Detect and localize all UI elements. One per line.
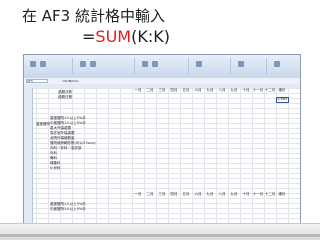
month-header: 一月 <box>134 88 142 92</box>
cut-icon[interactable] <box>40 61 46 67</box>
month-header: 七月 <box>206 88 214 92</box>
row-label: 中度醫院1人以上5%手 <box>50 207 86 211</box>
month-header: 十月 <box>242 192 250 196</box>
month-header: 十二月 <box>264 192 276 196</box>
month-header: 九月 <box>230 192 238 196</box>
paste-icon[interactable] <box>30 61 36 67</box>
ribbon-group-editing <box>268 58 298 74</box>
month-header: 十二月 <box>264 88 276 92</box>
slide-footer-bar <box>0 223 320 240</box>
formula-prefix: = <box>82 27 96 46</box>
number-format-icon[interactable] <box>196 61 202 67</box>
formula-function: SUM <box>95 27 132 46</box>
month-header: 六月 <box>194 88 202 92</box>
month-header: 五月 <box>182 192 190 196</box>
month-header: 八月 <box>218 88 226 92</box>
cell-styles-icon[interactable] <box>238 61 244 67</box>
group-label: 重度醫院 <box>36 122 50 126</box>
formula-text: =SUM(K:K) <box>82 27 170 47</box>
bold-icon[interactable] <box>80 61 86 67</box>
month-header: 四月 <box>170 88 178 92</box>
slide-headline: 在 AF3 統計格中輸入 <box>22 7 165 25</box>
italic-icon[interactable] <box>90 61 96 67</box>
align-left-icon[interactable] <box>142 61 148 67</box>
month-header: 九月 <box>230 88 238 92</box>
slide: 在 AF3 統計格中輸入 =SUM(K:K) AF3 =SUM(K:K) 過期次… <box>0 0 320 240</box>
month-header: 二月 <box>146 192 154 196</box>
month-header: 十一月 <box>252 88 264 92</box>
total-cell-value: 1,583 <box>277 97 288 101</box>
name-box[interactable]: AF3 <box>26 79 48 83</box>
month-header: 總計 <box>278 192 286 196</box>
month-header: 十一月 <box>252 192 264 196</box>
month-header: 一月 <box>134 192 142 196</box>
month-header: 三月 <box>158 88 166 92</box>
month-header: 十月 <box>242 88 250 92</box>
month-header: 七月 <box>206 192 214 196</box>
row-label: 小兒科 <box>50 166 61 170</box>
formula-input[interactable]: =SUM(K:K) <box>62 79 79 83</box>
month-header: 八月 <box>218 192 226 196</box>
ribbon <box>24 55 300 79</box>
row-label: 過期日期 <box>58 95 72 99</box>
month-header: 總計 <box>278 88 286 92</box>
autosum-icon[interactable] <box>274 61 280 67</box>
month-header: 三月 <box>158 192 166 196</box>
row-headers <box>24 88 33 223</box>
worksheet-grid[interactable]: 過期次數 過期日期 一月 二月 三月 四月 五月 六月 七月 八月 九月 十月 … <box>24 88 300 223</box>
month-header: 二月 <box>146 88 154 92</box>
spreadsheet-screenshot: AF3 =SUM(K:K) 過期次數 過期日期 一月 二月 三月 四月 五月 六… <box>23 54 301 224</box>
formula-args: (K:K) <box>131 27 170 46</box>
month-header: 六月 <box>194 192 202 196</box>
month-header: 四月 <box>170 192 178 196</box>
align-center-icon[interactable] <box>152 61 158 67</box>
month-header: 五月 <box>182 88 190 92</box>
